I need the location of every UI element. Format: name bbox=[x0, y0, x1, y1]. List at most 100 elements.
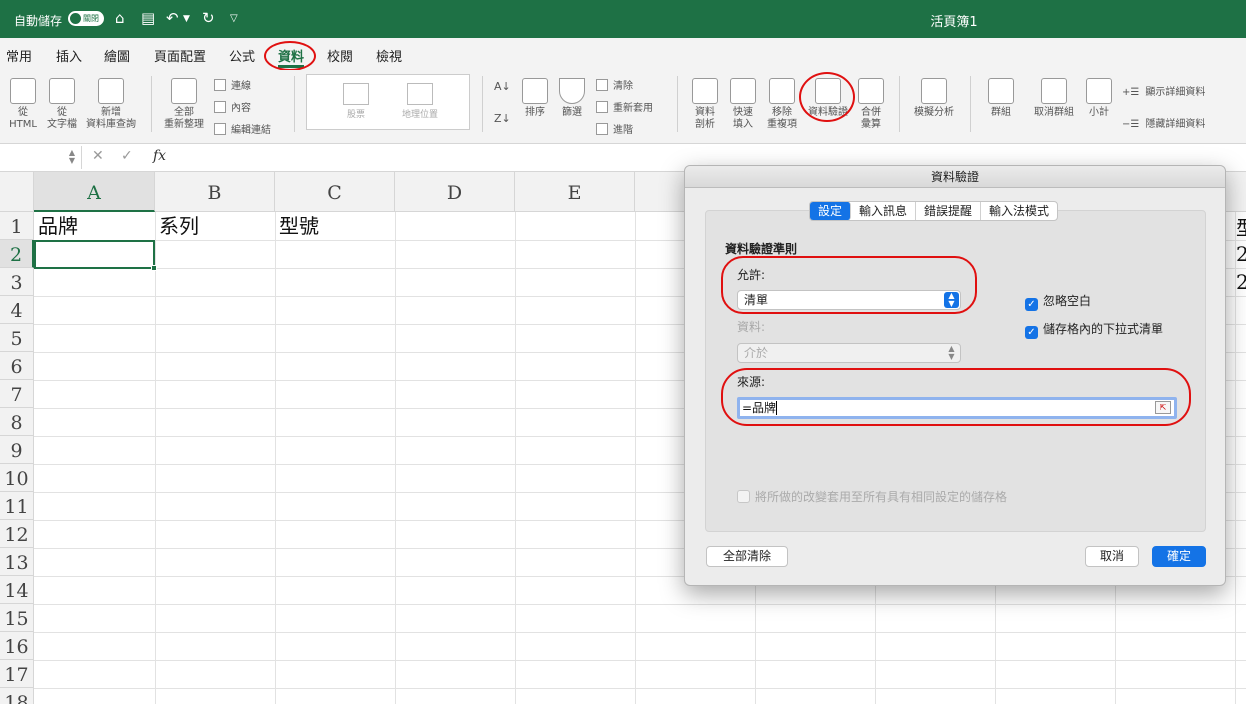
column-header[interactable]: D bbox=[395, 172, 515, 212]
tab-error-alert[interactable]: 錯誤提醒 bbox=[916, 202, 982, 220]
row-header[interactable]: 14 bbox=[0, 576, 34, 604]
name-box[interactable]: ▲ ▼ bbox=[0, 146, 82, 169]
tab-settings[interactable]: 設定 bbox=[810, 202, 852, 220]
sort-za-icon[interactable]: Z↓ bbox=[494, 112, 511, 125]
what-if-analysis-button[interactable]: 模擬分析 bbox=[908, 78, 960, 119]
allow-select[interactable]: 清單 ▲ ▼ bbox=[737, 290, 961, 310]
name-box-stepper-icon[interactable]: ▲ ▼ bbox=[69, 149, 75, 165]
undo-dropdown-icon[interactable]: ▼ bbox=[183, 14, 190, 24]
edit-links-button[interactable]: 編輯連結 bbox=[214, 121, 271, 136]
connections-button[interactable]: 連線 bbox=[214, 77, 251, 92]
select-all-corner[interactable] bbox=[0, 172, 34, 212]
row-gridline bbox=[34, 660, 1246, 661]
from-html-button[interactable]: 從 HTML bbox=[6, 78, 40, 131]
fill-handle[interactable] bbox=[151, 265, 157, 271]
column-header[interactable]: B bbox=[155, 172, 275, 212]
refresh-all-button[interactable]: 全部 重新整理 bbox=[160, 78, 208, 131]
in-cell-dropdown-checkbox[interactable]: ✓ 儲存格內的下拉式清單 bbox=[1025, 320, 1163, 339]
cell-c1[interactable]: 型號 bbox=[275, 212, 319, 240]
tab-ime-mode[interactable]: 輸入法模式 bbox=[981, 202, 1057, 220]
undo-icon[interactable]: ↶ bbox=[166, 9, 179, 27]
apply-all-checkbox[interactable]: 將所做的改變套用至所有具有相同設定的儲存格 bbox=[737, 488, 1007, 505]
data-select[interactable]: 介於 ▲ ▼ bbox=[737, 343, 961, 363]
reapply-button[interactable]: 重新套用 bbox=[596, 99, 653, 114]
row-header[interactable]: 10 bbox=[0, 464, 34, 492]
flash-fill-button[interactable]: 快速 填入 bbox=[726, 78, 760, 131]
row-header[interactable]: 6 bbox=[0, 352, 34, 380]
redo-icon[interactable]: ↻ bbox=[202, 9, 215, 27]
row-header[interactable]: 3 bbox=[0, 268, 34, 296]
row-header[interactable]: 11 bbox=[0, 492, 34, 520]
clear-all-button[interactable]: 全部清除 bbox=[706, 546, 788, 567]
active-cell-a2[interactable] bbox=[34, 240, 157, 271]
collapse-dialog-icon[interactable]: ⇱ bbox=[1155, 401, 1171, 414]
row-header[interactable]: 2 bbox=[0, 240, 34, 268]
cancel-icon[interactable]: ✕ bbox=[92, 148, 104, 164]
insert-function-icon[interactable]: fx bbox=[153, 148, 166, 164]
from-html-label: 從 HTML bbox=[9, 107, 37, 130]
reapply-icon bbox=[596, 101, 608, 113]
new-database-query-button[interactable]: 新增 資料庫查詢 bbox=[83, 78, 139, 131]
row-header[interactable]: 9 bbox=[0, 436, 34, 464]
dialog-tabs: 設定 輸入訊息 錯誤提醒 輸入法模式 bbox=[809, 201, 1059, 221]
geography-button[interactable]: 地理位置 bbox=[395, 83, 445, 120]
row-header[interactable]: 4 bbox=[0, 296, 34, 324]
column-header[interactable]: E bbox=[515, 172, 635, 212]
sort-az-icon[interactable]: A↓ bbox=[494, 80, 511, 93]
save-icon[interactable]: ▤ bbox=[141, 9, 155, 27]
group-button[interactable]: 群組 bbox=[982, 78, 1020, 119]
home-icon[interactable]: ⌂ bbox=[115, 9, 125, 27]
ribbon-tabs: 常用 插入 繪圖 頁面配置 公式 資料 校閱 檢視 bbox=[0, 38, 1246, 71]
filter-button[interactable]: 篩選 bbox=[557, 78, 587, 119]
hide-detail-button[interactable]: −☰ 隱藏詳細資料 bbox=[1122, 115, 1205, 130]
tab-data[interactable]: 資料 bbox=[278, 46, 305, 68]
consolidate-button[interactable]: 合併 彙算 bbox=[856, 78, 886, 131]
tab-home[interactable]: 常用 bbox=[6, 46, 32, 65]
stocks-icon bbox=[343, 83, 369, 105]
row-header[interactable]: 7 bbox=[0, 380, 34, 408]
data-validation-button[interactable]: 資料驗證 bbox=[804, 78, 852, 119]
source-input[interactable]: =品牌 ⇱ bbox=[737, 397, 1177, 419]
row-header[interactable]: 13 bbox=[0, 548, 34, 576]
column-header[interactable]: A bbox=[34, 172, 155, 212]
remove-duplicates-button[interactable]: 移除 重複項 bbox=[764, 78, 800, 131]
row-header[interactable]: 18 bbox=[0, 688, 34, 704]
tab-insert[interactable]: 插入 bbox=[56, 46, 82, 65]
row-header[interactable]: 12 bbox=[0, 520, 34, 548]
enter-icon[interactable]: ✓ bbox=[121, 148, 133, 164]
edit-links-label: 編輯連結 bbox=[231, 125, 271, 136]
ok-button[interactable]: 確定 bbox=[1152, 546, 1206, 567]
column-gridline bbox=[635, 212, 636, 704]
tab-review[interactable]: 校閱 bbox=[327, 46, 353, 65]
advanced-filter-button[interactable]: 進階 bbox=[596, 121, 633, 136]
cancel-button[interactable]: 取消 bbox=[1085, 546, 1139, 567]
clear-filter-button[interactable]: 清除 bbox=[596, 77, 633, 92]
cell-b1[interactable]: 系列 bbox=[155, 212, 199, 240]
ignore-blank-checkbox[interactable]: ✓ 忽略空白 bbox=[1025, 292, 1091, 311]
row-header[interactable]: 1 bbox=[0, 212, 34, 240]
ungroup-button[interactable]: 取消群組 bbox=[1030, 78, 1078, 119]
tab-formulas[interactable]: 公式 bbox=[229, 46, 255, 65]
sort-button[interactable]: 排序 bbox=[520, 78, 550, 119]
customize-icon[interactable]: ▽ bbox=[230, 13, 238, 24]
row-header[interactable]: 5 bbox=[0, 324, 34, 352]
row-header[interactable]: 8 bbox=[0, 408, 34, 436]
properties-button[interactable]: 內容 bbox=[214, 99, 251, 114]
advanced-filter-icon bbox=[596, 123, 608, 135]
subtotal-button[interactable]: 小計 bbox=[1084, 78, 1114, 119]
tab-view[interactable]: 檢視 bbox=[376, 46, 402, 65]
row-header[interactable]: 15 bbox=[0, 604, 34, 632]
from-text-button[interactable]: 從 文字檔 bbox=[44, 78, 80, 131]
autosave-toggle[interactable]: 關閉 bbox=[68, 11, 104, 26]
show-detail-button[interactable]: +☰ 顯示詳細資料 bbox=[1122, 83, 1205, 98]
row-header[interactable]: 16 bbox=[0, 632, 34, 660]
tab-page-layout[interactable]: 頁面配置 bbox=[154, 46, 206, 65]
autosave-label: 自動儲存 bbox=[14, 14, 63, 28]
stocks-button[interactable]: 股票 bbox=[331, 83, 381, 120]
column-header[interactable]: C bbox=[275, 172, 395, 212]
text-to-columns-button[interactable]: 資料 剖析 bbox=[688, 78, 722, 131]
tab-draw[interactable]: 繪圖 bbox=[104, 46, 130, 65]
cell-a1[interactable]: 品牌 bbox=[34, 212, 78, 240]
tab-input-message[interactable]: 輸入訊息 bbox=[851, 202, 917, 220]
row-header[interactable]: 17 bbox=[0, 660, 34, 688]
